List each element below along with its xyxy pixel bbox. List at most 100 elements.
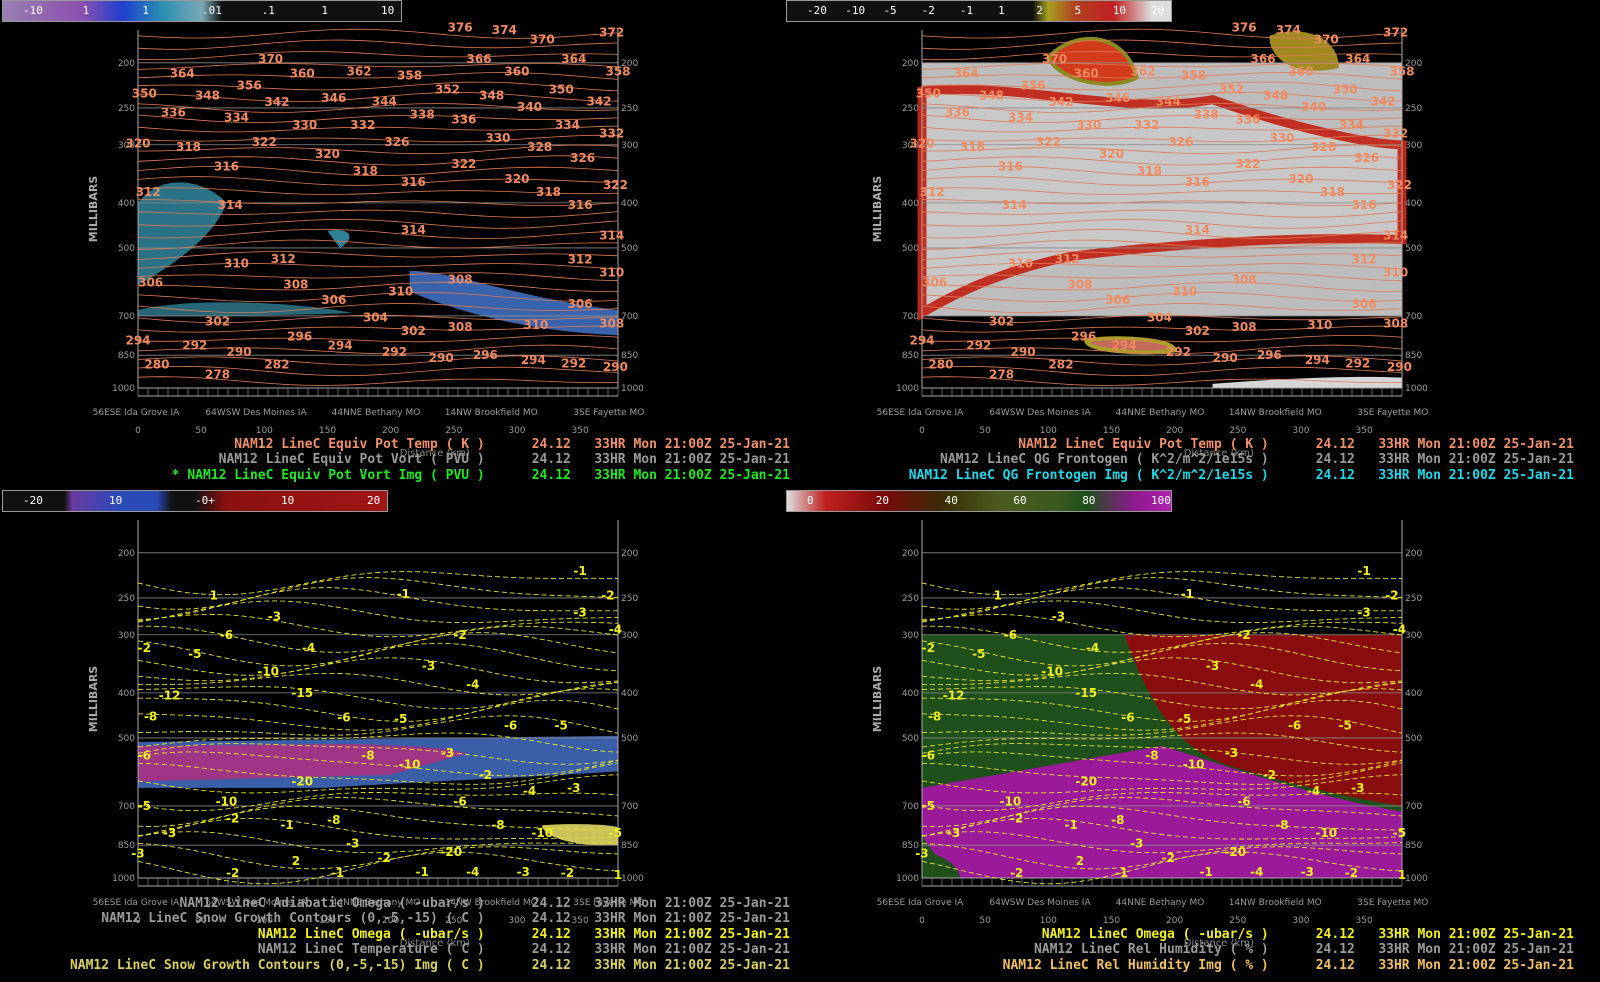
theta-e-contour-label: 346 — [1105, 91, 1130, 105]
distance-tick-label: 100 — [1040, 426, 1057, 436]
omega-contour-label: -3 — [567, 781, 580, 795]
distance-tick-label: 350 — [1356, 916, 1373, 926]
distance-tick-label: 100 — [1040, 916, 1057, 926]
theta-e-contour-label: 296 — [1257, 348, 1282, 362]
legend-line: NAM12 LineC Omega ( -ubar/s ) 24.12 33HR… — [257, 926, 790, 942]
location-label: 44NNE Bethany MO — [1116, 408, 1205, 418]
contour-line — [137, 72, 619, 80]
omega-contour-label: -3 — [517, 865, 530, 879]
contour-line — [137, 63, 619, 70]
omega-contour-label: -3 — [1357, 606, 1370, 620]
theta-e-contour-label: 294 — [328, 338, 353, 352]
omega-contour-label: -6 — [1004, 628, 1017, 642]
theta-e-contour-label: 310 — [1383, 265, 1408, 279]
omega-contour-label: -20 — [440, 845, 462, 859]
omega-contour-label: -15 — [1075, 686, 1097, 700]
colorbar-tick-label: 10 — [281, 494, 295, 507]
pressure-tick-label: 300 — [902, 631, 919, 641]
theta-e-contour-label: 360 — [290, 67, 315, 81]
pressure-tick-label: 400 — [902, 689, 919, 699]
pressure-tick-label: 850 — [902, 351, 919, 361]
theta-e-contour-label: 340 — [1301, 100, 1326, 114]
theta-e-contour-label: 320 — [125, 136, 150, 150]
theta-e-contour-label: 308 — [283, 277, 308, 291]
theta-e-contour-label: 306 — [321, 293, 346, 307]
theta-e-contour-label: 304 — [1147, 310, 1172, 324]
theta-e-contour-label: 318 — [1137, 164, 1162, 178]
theta-e-contour-label: 348 — [1263, 88, 1288, 102]
theta-e-contour-label: 326 — [1168, 135, 1193, 149]
theta-e-contour-label: 292 — [966, 338, 991, 352]
pressure-tick-label-right: 500 — [1405, 734, 1422, 744]
omega-contour-label: -2 — [1237, 628, 1250, 642]
omega-contour-label: -5 — [394, 712, 407, 726]
omega-contour-label: -2 — [1345, 866, 1358, 880]
colorbar: -20 10 -0+ 10 20 — [2, 490, 388, 512]
theta-e-contour-label: 308 — [1232, 272, 1257, 286]
theta-e-contour-label: 294 — [1305, 353, 1330, 367]
theta-e-contour-label: 348 — [479, 88, 504, 102]
omega-contour-label: -1 — [331, 866, 344, 880]
contour-line — [137, 715, 619, 736]
theta-e-contour-label: 310 — [523, 318, 548, 332]
omega-contour-label: -10 — [1041, 665, 1063, 679]
colorbar-tick-label: -10 — [845, 4, 866, 17]
y-axis-label: MILLIBARS — [87, 176, 100, 243]
theta-e-contour-label: 314 — [599, 228, 624, 242]
omega-contour-label: 1 — [1398, 868, 1406, 882]
contour-line — [137, 228, 619, 239]
theta-e-contour-label: 320 — [504, 172, 529, 186]
omega-contour-label: -3 — [346, 836, 359, 850]
colorbar-tick-label: 1 — [82, 4, 90, 17]
location-label: 14NW Brookfield MO — [1229, 898, 1322, 908]
pressure-tick-label-right: 400 — [1405, 689, 1422, 699]
contour-line — [137, 114, 619, 124]
distance-tick-label: 0 — [919, 426, 925, 436]
omega-contour-label: -2 — [922, 641, 935, 655]
theta-e-contour-label: 310 — [599, 265, 624, 279]
pressure-tick-label-right: 300 — [1405, 141, 1422, 151]
pressure-tick-label-right: 300 — [621, 631, 638, 641]
theta-e-contour-label: 296 — [287, 330, 312, 344]
omega-contour-label: -3 — [1052, 609, 1065, 623]
contour-line — [921, 600, 1403, 624]
colorbar-tick-label: 10 — [109, 494, 123, 507]
pressure-tick-label: 300 — [118, 631, 135, 641]
contour-line — [137, 614, 619, 638]
pressure-tick-label-right: 250 — [621, 104, 638, 114]
contour-line — [137, 600, 619, 624]
location-label: 64WSW Des Moines IA — [989, 898, 1091, 908]
theta-e-contour-label: 346 — [321, 91, 346, 105]
theta-e-contour-label: 328 — [527, 140, 552, 154]
omega-contour-label: -8 — [327, 813, 340, 827]
omega-contour-label: -8 — [361, 748, 374, 762]
cross-section-plot: 200 200250 250300 300400 400500 500700 700850 8… — [87, 21, 644, 459]
theta-e-contour-label: 322 — [1235, 157, 1260, 171]
location-label: 44NNE Bethany MO — [1116, 898, 1205, 908]
theta-e-contour-label: 306 — [1352, 297, 1377, 311]
colorbar-tick-label: 10 — [381, 4, 395, 17]
theta-e-contour-label: 366 — [1251, 52, 1276, 66]
theta-e-contour-label: 318 — [536, 185, 561, 199]
contour-line — [137, 642, 619, 676]
contour-line — [138, 625, 619, 653]
theta-e-contour-label: 294 — [1112, 338, 1137, 352]
distance-tick-label: 300 — [1292, 426, 1309, 436]
theta-e-contour-label: 294 — [521, 353, 546, 367]
omega-contour-label: -4 — [466, 865, 479, 879]
theta-e-contour-label: 376 — [1232, 21, 1257, 35]
omega-contour-label: 1 — [614, 868, 622, 882]
pressure-tick-label: 250 — [118, 594, 135, 604]
contour-line — [137, 292, 619, 303]
theta-e-contour-label: 302 — [205, 314, 230, 328]
contour-line — [138, 281, 619, 292]
theta-e-contour-label: 292 — [1345, 356, 1370, 370]
omega-contour-label: -4 — [1393, 622, 1406, 636]
legend-line: NAM12 LineC Equiv Pot Temp ( K ) 24.12 3… — [234, 436, 790, 452]
theta-e-contour-label: 326 — [1354, 151, 1379, 165]
theta-e-contour-label: 332 — [350, 118, 375, 132]
omega-contour-label: -6 — [1288, 718, 1301, 732]
omega-contour-label: -6 — [1121, 711, 1134, 725]
theta-e-contour-label: 332 — [599, 127, 624, 141]
contour-line — [921, 355, 1403, 366]
